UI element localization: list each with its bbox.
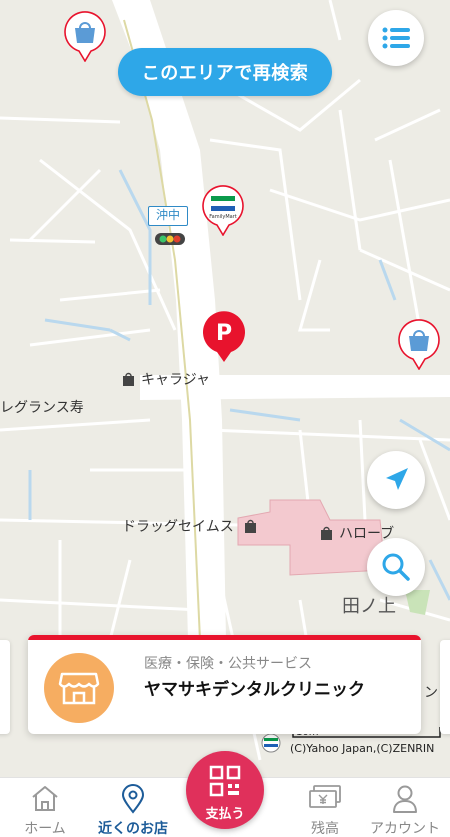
tab-account[interactable]: アカウント: [360, 778, 450, 837]
shopping-bag-pin-icon[interactable]: [62, 10, 108, 62]
pay-button-label: 支払う: [205, 807, 245, 822]
tab-nearby-label: 近くのお店: [98, 821, 168, 837]
shop-bag-icon: [321, 526, 332, 540]
tab-nearby[interactable]: 近くのお店: [88, 778, 178, 837]
qr-code-icon: [209, 765, 241, 797]
map-pin-icon: [121, 784, 145, 814]
person-icon: [393, 785, 417, 813]
money-icon: [309, 785, 341, 808]
tab-home[interactable]: ホーム: [0, 778, 90, 837]
home-icon: [32, 786, 58, 811]
place-label-kyarajya: キャラジャ: [122, 369, 210, 389]
list-view-button[interactable]: [368, 10, 424, 66]
place-label-drug: ドラッグセイムス: [122, 516, 263, 536]
shop-bag-icon: [245, 519, 257, 533]
map-copyright: (C)Yahoo Japan,(C)ZENRIN: [290, 742, 435, 755]
tab-balance[interactable]: 残高: [280, 778, 370, 837]
tab-balance-label: 残高: [311, 821, 339, 837]
card-accent-bar: [28, 635, 421, 640]
svg-text:P: P: [216, 321, 232, 346]
store-avatar: [44, 653, 114, 723]
place-label-reglance: レグランス寿: [0, 400, 84, 416]
search-icon: [382, 553, 410, 581]
place-label-right-edge: ン: [424, 685, 438, 701]
next-store-card[interactable]: [440, 640, 450, 734]
store-category: 医療・保険・公共サービス: [144, 656, 312, 672]
tab-home-label: ホーム: [24, 821, 66, 837]
paypay-pin-icon[interactable]: P: [200, 310, 248, 364]
location-arrow-icon: [386, 468, 408, 490]
store-name: ヤマサキデンタルクリニック: [144, 680, 365, 700]
shopping-bag-pin-icon[interactable]: [396, 318, 442, 370]
pay-button[interactable]: 支払う: [186, 751, 264, 829]
familymart-small-icon: [261, 733, 281, 753]
store-info-card[interactable]: 医療・保険・公共サービス ヤマサキデンタルクリニック: [28, 635, 421, 734]
storefront-icon: [58, 672, 100, 705]
place-label-harobu: ハローブ: [320, 523, 394, 543]
shop-bag-icon: [123, 372, 134, 386]
current-location-button[interactable]: [367, 451, 425, 509]
map-search-button[interactable]: [367, 538, 425, 596]
search-this-area-button[interactable]: このエリアで再検索: [118, 48, 332, 96]
list-icon: [382, 27, 410, 49]
svg-text:FamilyMart: FamilyMart: [209, 214, 237, 220]
familymart-pin-icon[interactable]: FamilyMart: [200, 184, 246, 236]
station-label: 沖中: [148, 206, 188, 226]
place-label-tanoue: 田ノ上: [342, 596, 396, 617]
traffic-light-icon: [155, 233, 185, 245]
prev-store-card[interactable]: [0, 640, 10, 734]
tab-account-label: アカウント: [370, 821, 440, 837]
